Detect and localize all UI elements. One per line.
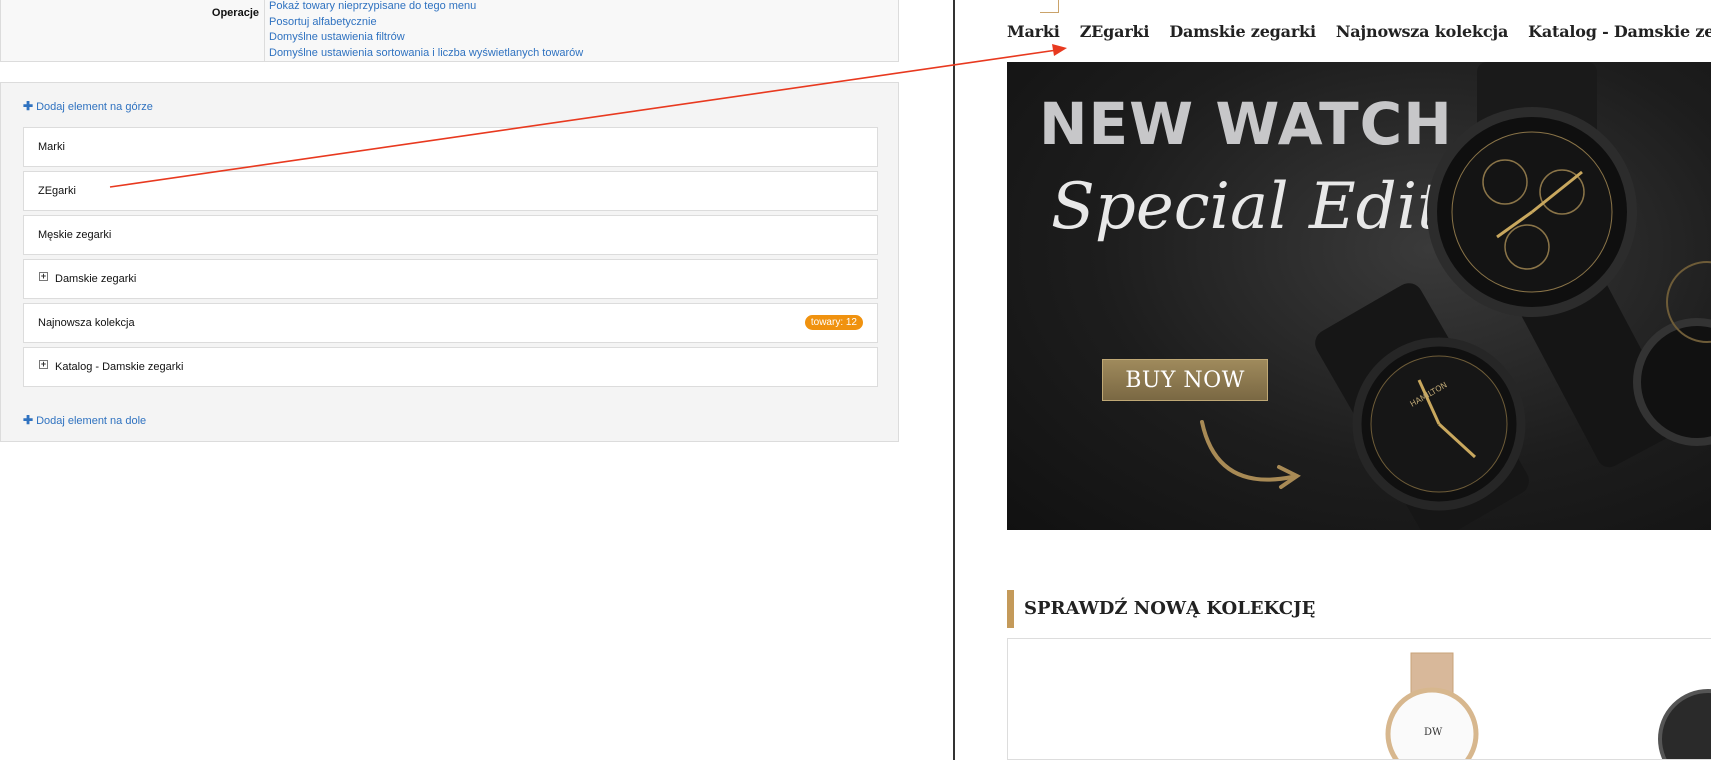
expand-icon[interactable]: + (39, 272, 48, 281)
menu-item-label: Marki (38, 141, 65, 153)
product-carousel: DW (1007, 638, 1711, 760)
section-heading: SPRAWDŹ NOWĄ KOLEKCJĘ (1007, 590, 1315, 628)
operations-label-cell: Operacje (1, 0, 265, 61)
svg-text:DW: DW (1424, 727, 1443, 738)
operations-box: Operacje Pokaż towary nieprzypisane do t… (0, 0, 899, 62)
link-default-sorting[interactable]: Domyślne ustawienia sortowania i liczba … (269, 46, 583, 62)
menu-item-label: ZEgarki (38, 185, 76, 197)
nav-item-damskie-zegarki[interactable]: Damskie zegarki (1169, 22, 1316, 41)
link-sort-alphabetically[interactable]: Posortuj alfabetycznie (269, 15, 583, 31)
product-watch-icon[interactable] (1658, 689, 1711, 760)
admin-panel: Operacje Pokaż towary nieprzypisane do t… (0, 0, 953, 760)
expand-icon[interactable]: + (39, 360, 48, 369)
buy-now-button[interactable]: BUY NOW (1102, 359, 1268, 401)
nav-item-najnowsza-kolekcja[interactable]: Najnowsza kolekcja (1336, 22, 1508, 41)
watch-illustrations: HAMILTON (1200, 62, 1711, 530)
hero-banner[interactable]: NEW WATCH Special Edition HAMILTON BUY N… (1007, 62, 1711, 530)
add-element-top-link[interactable]: ✚ Dodaj element na górze (23, 99, 153, 113)
menu-item-zegarki[interactable]: ZEgarki (23, 171, 878, 211)
menu-item-marki[interactable]: Marki (23, 127, 878, 167)
menu-item-katalog-damskie-zegarki[interactable]: + Katalog - Damskie zegarki (23, 347, 878, 387)
link-default-filters[interactable]: Domyślne ustawienia filtrów (269, 30, 583, 46)
add-element-bottom-link[interactable]: ✚ Dodaj element na dole (23, 413, 146, 427)
operations-label: Operacje (211, 7, 259, 19)
operations-links: Pokaż towary nieprzypisane do tego menu … (269, 0, 583, 61)
product-watch-icon[interactable]: DW (1385, 652, 1479, 760)
nav-item-marki[interactable]: Marki (1007, 22, 1060, 41)
menu-item-label: Najnowsza kolekcja (38, 317, 135, 329)
link-show-unassigned[interactable]: Pokaż towary nieprzypisane do tego menu (269, 0, 583, 15)
plus-icon: ✚ (23, 413, 34, 427)
menu-items-box: ✚ Dodaj element na górze Marki ZEgarki Mę… (0, 82, 899, 442)
menu-item-najnowsza-kolekcja[interactable]: Najnowsza kolekcja towary: 12 (23, 303, 878, 343)
menu-item-label: Męskie zegarki (38, 229, 112, 241)
store-logo-fragment (1040, 0, 1059, 13)
menu-item-label: Damskie zegarki (55, 273, 137, 285)
menu-item-meskie-zegarki[interactable]: Męskie zegarki (23, 215, 878, 255)
menu-item-label: Katalog - Damskie zegarki (55, 361, 184, 373)
menu-item-damskie-zegarki[interactable]: + Damskie zegarki (23, 259, 878, 299)
store-main-nav: Marki ZEgarki Damskie zegarki Najnowsza … (1007, 22, 1711, 41)
product-count-badge: towary: 12 (804, 315, 863, 330)
watch-icon (1633, 261, 1711, 446)
nav-item-katalog-damskie-zegarki[interactable]: Katalog - Damskie zegarki (1528, 22, 1711, 41)
product-thumbnails: DW (1385, 652, 1711, 760)
nav-item-zegarki[interactable]: ZEgarki (1080, 22, 1150, 41)
plus-icon: ✚ (23, 99, 34, 113)
watch-icon: HAMILTON (1315, 283, 1529, 530)
